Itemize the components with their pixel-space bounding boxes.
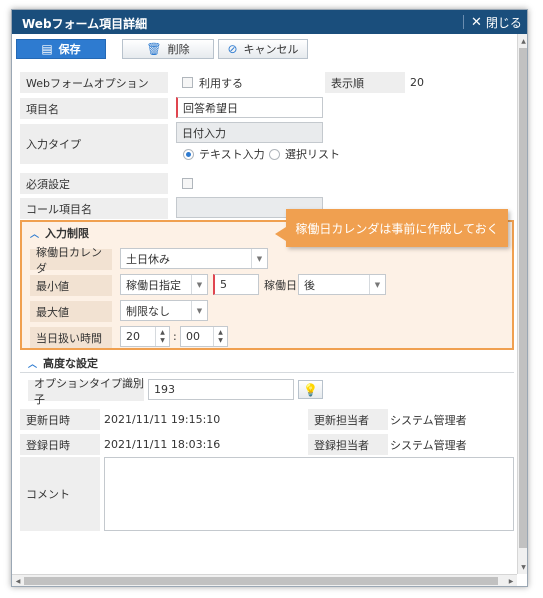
created-by-value: システム管理者 [390,438,467,452]
close-icon: ✕ [471,15,482,30]
spinner-arrows-icon[interactable]: ▲ ▼ [155,327,169,346]
max-select[interactable]: 制限なし ▼ [120,300,208,321]
cancel-label: キャンセル [243,43,299,56]
save-icon: ▤ [41,42,53,56]
toolbar: ▤ 保存 🗑 削除 ⊘ キャンセル [12,34,517,64]
scroll-up-icon[interactable]: ▲ [519,36,527,46]
scroll-thumb[interactable] [519,48,527,548]
created-at-value: 2021/11/11 18:03:16 [104,438,221,451]
cancel-button[interactable]: ⊘ キャンセル [218,39,308,59]
calendar-value: 土日休み [126,252,170,266]
lightbulb-icon[interactable]: 💡 [298,380,323,399]
calendar-label: 稼働日カレンダ [30,246,112,275]
detail-window: Webフォーム項目詳細 ✕ 閉じる ▤ 保存 🗑 削除 ⊘ キャンセル Webフ… [11,9,528,587]
min-direction-value: 後 [304,278,315,292]
max-value: 制限なし [126,304,170,318]
input-type-field[interactable]: 日付入力 [176,122,323,143]
chevron-down-icon: ▼ [191,301,207,320]
delete-label: 削除 [167,43,190,56]
titlebar-separator [463,15,464,29]
input-limit-header[interactable]: ︿ 入力制限 [22,224,89,242]
time-separator: : [173,330,177,343]
item-name-input[interactable]: 回答希望日 [176,97,323,118]
option-type-label: オプションタイプ識別子 [28,377,144,406]
required-checkbox[interactable] [182,178,193,189]
hour-spinner[interactable]: 20 ▲ ▼ [120,326,170,347]
chevron-up-icon: ︿ [30,229,40,240]
cancel-icon: ⊘ [227,42,238,56]
scroll-right-icon[interactable]: ▶ [506,576,516,586]
created-at-label: 登録日時 [20,434,100,455]
display-order-label: 表示順 [325,72,405,93]
advanced-title: 高度な設定 [43,357,99,370]
save-button[interactable]: ▤ 保存 [16,39,106,59]
window-title: Webフォーム項目詳細 [22,17,148,31]
vertical-scrollbar[interactable]: ▲ ▼ [517,34,527,574]
input-type-label: 入力タイプ [20,124,168,164]
chevron-down-icon: ▼ [191,275,207,294]
radio-text-input[interactable] [183,149,194,160]
min-unit-label: 稼働日 [264,278,297,292]
window-titlebar: Webフォーム項目詳細 ✕ 閉じる [12,10,527,34]
close-label: 閉じる [485,16,522,30]
scroll-down-icon[interactable]: ▼ [519,562,527,572]
input-limit-title: 入力制限 [45,227,90,240]
chevron-up-icon: ︿ [28,359,38,370]
spinner-arrows-icon[interactable]: ▲ ▼ [213,327,227,346]
updated-at-value: 2021/11/11 19:15:10 [104,413,221,426]
comment-label: コメント [20,457,100,531]
option-type-input[interactable]: 193 [148,379,294,400]
min-direction-select[interactable]: 後 ▼ [298,274,386,295]
min-type-select[interactable]: 稼働日指定 ▼ [120,274,208,295]
trash-icon: 🗑 [146,42,162,56]
horizontal-scrollbar[interactable]: ◀ ▶ [12,574,517,586]
chevron-down-icon: ▼ [369,275,385,294]
display-order-value: 20 [410,76,424,89]
webform-option-label: Webフォームオプション [20,72,168,93]
min-number-input[interactable]: 5 [213,274,259,295]
minute-value: 00 [186,330,200,343]
call-item-label: コール項目名 [20,198,168,219]
radio-select-list[interactable] [269,149,280,160]
created-by-label: 登録担当者 [308,434,388,455]
min-type-value: 稼働日指定 [126,278,181,292]
close-button[interactable]: ✕ 閉じる [471,14,522,31]
radio-list-label: 選択リスト [285,148,340,161]
form-content: Webフォームオプション 利用する 表示順 20 項目名 回答希望日 入力タイプ… [12,64,517,572]
calendar-tooltip: 稼働日カレンダは事前に作成しておく [275,209,508,247]
calendar-select[interactable]: 土日休み ▼ [120,248,268,269]
save-label: 保存 [58,43,81,56]
sameday-time-label: 当日扱い時間 [30,327,112,348]
hour-value: 20 [126,330,140,343]
item-name-label: 項目名 [20,98,168,119]
scroll-left-icon[interactable]: ◀ [13,576,23,586]
comment-textarea[interactable] [104,457,514,531]
max-label: 最大値 [30,301,112,322]
advanced-header[interactable]: ︿ 高度な設定 [20,354,98,372]
updated-by-value: システム管理者 [390,413,467,427]
use-checkbox[interactable] [182,77,193,88]
updated-by-label: 更新担当者 [308,409,388,430]
minute-spinner[interactable]: 00 ▲ ▼ [180,326,228,347]
divider [20,372,514,373]
required-label: 必須設定 [20,173,168,194]
updated-at-label: 更新日時 [20,409,100,430]
delete-button[interactable]: 🗑 削除 [122,39,214,59]
chevron-down-icon: ▼ [251,249,267,268]
min-label: 最小値 [30,275,112,296]
radio-text-label: テキスト入力 [199,148,265,161]
use-label: 利用する [199,76,243,90]
scroll-thumb[interactable] [24,577,498,585]
